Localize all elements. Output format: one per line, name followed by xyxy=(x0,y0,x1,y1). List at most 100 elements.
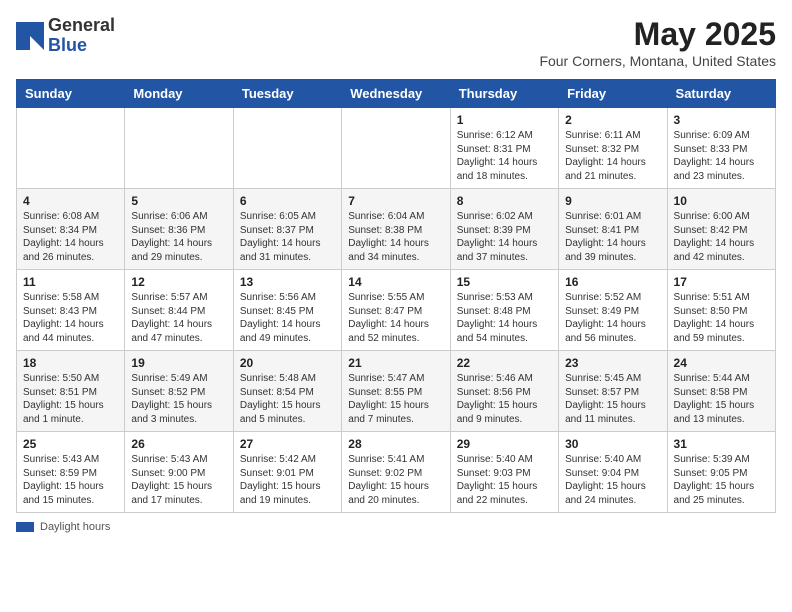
calendar-cell: 6 Sunrise: 6:05 AMSunset: 8:37 PMDaylight… xyxy=(233,189,341,270)
calendar-cell: 31Sunrise: 5:39 AMSunset: 9:05 PMDayligh… xyxy=(667,432,775,513)
calendar-header-friday: Friday xyxy=(559,80,667,108)
page-header: General Blue May 2025 Four Corners, Mont… xyxy=(16,16,776,69)
calendar-week-row: 4 Sunrise: 6:08 AMSunset: 8:34 PMDaylight… xyxy=(17,189,776,270)
day-number: 20 xyxy=(240,356,335,370)
calendar-header-thursday: Thursday xyxy=(450,80,558,108)
logo-general-text: General xyxy=(48,15,115,35)
calendar-cell: 21 Sunrise: 5:47 AMSunset: 8:55 PMDayligh… xyxy=(342,351,450,432)
calendar-header-monday: Monday xyxy=(125,80,233,108)
day-info: Sunrise: 5:58 AMSunset: 8:43 PMDaylight:… xyxy=(23,291,118,345)
location-title: Four Corners, Montana, United States xyxy=(539,53,776,69)
calendar-cell: 5Sunrise: 6:06 AMSunset: 8:36 PMDaylight… xyxy=(125,189,233,270)
day-info: Sunrise: 6:11 AMSunset: 8:32 PMDaylight:… xyxy=(565,129,660,183)
calendar-cell: 26 Sunrise: 5:43 AMSunset: 9:00 PMDayligh… xyxy=(125,432,233,513)
day-number: 16 xyxy=(565,275,660,289)
day-number: 6 xyxy=(240,194,335,208)
day-number: 12 xyxy=(131,275,226,289)
day-number: 3 xyxy=(674,113,769,127)
calendar-week-row: 11 Sunrise: 5:58 AMSunset: 8:43 PMDayligh… xyxy=(17,270,776,351)
calendar-table: SundayMondayTuesdayWednesdayThursdayFrid… xyxy=(16,79,776,513)
day-number: 21 xyxy=(348,356,443,370)
day-number: 10 xyxy=(674,194,769,208)
calendar-week-row: 18Sunrise: 5:50 AMSunset: 8:51 PMDayligh… xyxy=(17,351,776,432)
calendar-header-wednesday: Wednesday xyxy=(342,80,450,108)
calendar-cell: 22Sunrise: 5:46 AMSunset: 8:56 PMDayligh… xyxy=(450,351,558,432)
calendar-cell: 17Sunrise: 5:51 AMSunset: 8:50 PMDayligh… xyxy=(667,270,775,351)
day-info: Sunrise: 5:43 AMSunset: 9:00 PMDaylight:… xyxy=(131,453,226,507)
footer-legend: Daylight hours xyxy=(16,521,776,533)
day-number: 17 xyxy=(674,275,769,289)
calendar-cell: 10 Sunrise: 6:00 AMSunset: 8:42 PMDayligh… xyxy=(667,189,775,270)
day-info: Sunrise: 6:05 AMSunset: 8:37 PMDaylight:… xyxy=(240,210,335,264)
calendar-cell: 27 Sunrise: 5:42 AMSunset: 9:01 PMDayligh… xyxy=(233,432,341,513)
day-number: 9 xyxy=(565,194,660,208)
day-number: 28 xyxy=(348,437,443,451)
calendar-cell: 14Sunrise: 5:55 AMSunset: 8:47 PMDayligh… xyxy=(342,270,450,351)
calendar-cell: 24Sunrise: 5:44 AMSunset: 8:58 PMDayligh… xyxy=(667,351,775,432)
day-number: 2 xyxy=(565,113,660,127)
day-number: 7 xyxy=(348,194,443,208)
day-number: 25 xyxy=(23,437,118,451)
logo-blue-text: Blue xyxy=(48,35,87,55)
day-number: 1 xyxy=(457,113,552,127)
calendar-cell: 2 Sunrise: 6:11 AMSunset: 8:32 PMDaylight… xyxy=(559,108,667,189)
day-number: 14 xyxy=(348,275,443,289)
day-info: Sunrise: 5:45 AMSunset: 8:57 PMDaylight:… xyxy=(565,372,660,426)
calendar-cell: 13Sunrise: 5:56 AMSunset: 8:45 PMDayligh… xyxy=(233,270,341,351)
day-info: Sunrise: 5:42 AMSunset: 9:01 PMDaylight:… xyxy=(240,453,335,507)
day-info: Sunrise: 6:00 AMSunset: 8:42 PMDaylight:… xyxy=(674,210,769,264)
day-number: 19 xyxy=(131,356,226,370)
day-info: Sunrise: 5:49 AMSunset: 8:52 PMDaylight:… xyxy=(131,372,226,426)
day-number: 15 xyxy=(457,275,552,289)
day-info: Sunrise: 5:46 AMSunset: 8:56 PMDaylight:… xyxy=(457,372,552,426)
logo: General Blue xyxy=(16,16,115,56)
day-info: Sunrise: 5:40 AMSunset: 9:03 PMDaylight:… xyxy=(457,453,552,507)
calendar-header-saturday: Saturday xyxy=(667,80,775,108)
day-number: 27 xyxy=(240,437,335,451)
day-info: Sunrise: 5:50 AMSunset: 8:51 PMDaylight:… xyxy=(23,372,118,426)
calendar-cell xyxy=(125,108,233,189)
day-info: Sunrise: 5:39 AMSunset: 9:05 PMDaylight:… xyxy=(674,453,769,507)
day-info: Sunrise: 6:04 AMSunset: 8:38 PMDaylight:… xyxy=(348,210,443,264)
day-number: 8 xyxy=(457,194,552,208)
calendar-cell: 30Sunrise: 5:40 AMSunset: 9:04 PMDayligh… xyxy=(559,432,667,513)
day-info: Sunrise: 6:09 AMSunset: 8:33 PMDaylight:… xyxy=(674,129,769,183)
calendar-week-row: 25 Sunrise: 5:43 AMSunset: 8:59 PMDayligh… xyxy=(17,432,776,513)
calendar-cell: 1 Sunrise: 6:12 AMSunset: 8:31 PMDaylight… xyxy=(450,108,558,189)
calendar-cell xyxy=(17,108,125,189)
day-number: 4 xyxy=(23,194,118,208)
calendar-cell: 18Sunrise: 5:50 AMSunset: 8:51 PMDayligh… xyxy=(17,351,125,432)
calendar-cell: 25 Sunrise: 5:43 AMSunset: 8:59 PMDayligh… xyxy=(17,432,125,513)
month-title: May 2025 xyxy=(539,16,776,53)
day-number: 24 xyxy=(674,356,769,370)
day-info: Sunrise: 5:47 AMSunset: 8:55 PMDaylight:… xyxy=(348,372,443,426)
calendar-cell: 16 Sunrise: 5:52 AMSunset: 8:49 PMDayligh… xyxy=(559,270,667,351)
calendar-cell xyxy=(342,108,450,189)
day-info: Sunrise: 5:57 AMSunset: 8:44 PMDaylight:… xyxy=(131,291,226,345)
day-number: 23 xyxy=(565,356,660,370)
day-number: 11 xyxy=(23,275,118,289)
day-info: Sunrise: 6:12 AMSunset: 8:31 PMDaylight:… xyxy=(457,129,552,183)
legend-label: Daylight hours xyxy=(40,521,110,533)
calendar-header-sunday: Sunday xyxy=(17,80,125,108)
calendar-cell: 28Sunrise: 5:41 AMSunset: 9:02 PMDayligh… xyxy=(342,432,450,513)
day-info: Sunrise: 5:52 AMSunset: 8:49 PMDaylight:… xyxy=(565,291,660,345)
calendar-cell: 3 Sunrise: 6:09 AMSunset: 8:33 PMDaylight… xyxy=(667,108,775,189)
day-number: 29 xyxy=(457,437,552,451)
day-info: Sunrise: 6:01 AMSunset: 8:41 PMDaylight:… xyxy=(565,210,660,264)
day-number: 30 xyxy=(565,437,660,451)
calendar-cell xyxy=(233,108,341,189)
calendar-cell: 23 Sunrise: 5:45 AMSunset: 8:57 PMDayligh… xyxy=(559,351,667,432)
calendar-cell: 19 Sunrise: 5:49 AMSunset: 8:52 PMDayligh… xyxy=(125,351,233,432)
day-number: 26 xyxy=(131,437,226,451)
calendar-header-tuesday: Tuesday xyxy=(233,80,341,108)
title-block: May 2025 Four Corners, Montana, United S… xyxy=(539,16,776,69)
day-info: Sunrise: 5:43 AMSunset: 8:59 PMDaylight:… xyxy=(23,453,118,507)
calendar-cell: 15Sunrise: 5:53 AMSunset: 8:48 PMDayligh… xyxy=(450,270,558,351)
calendar-header-row: SundayMondayTuesdayWednesdayThursdayFrid… xyxy=(17,80,776,108)
calendar-cell: 9 Sunrise: 6:01 AMSunset: 8:41 PMDaylight… xyxy=(559,189,667,270)
day-info: Sunrise: 5:56 AMSunset: 8:45 PMDaylight:… xyxy=(240,291,335,345)
calendar-cell: 12 Sunrise: 5:57 AMSunset: 8:44 PMDayligh… xyxy=(125,270,233,351)
day-info: Sunrise: 6:08 AMSunset: 8:34 PMDaylight:… xyxy=(23,210,118,264)
legend-bar xyxy=(16,522,34,532)
